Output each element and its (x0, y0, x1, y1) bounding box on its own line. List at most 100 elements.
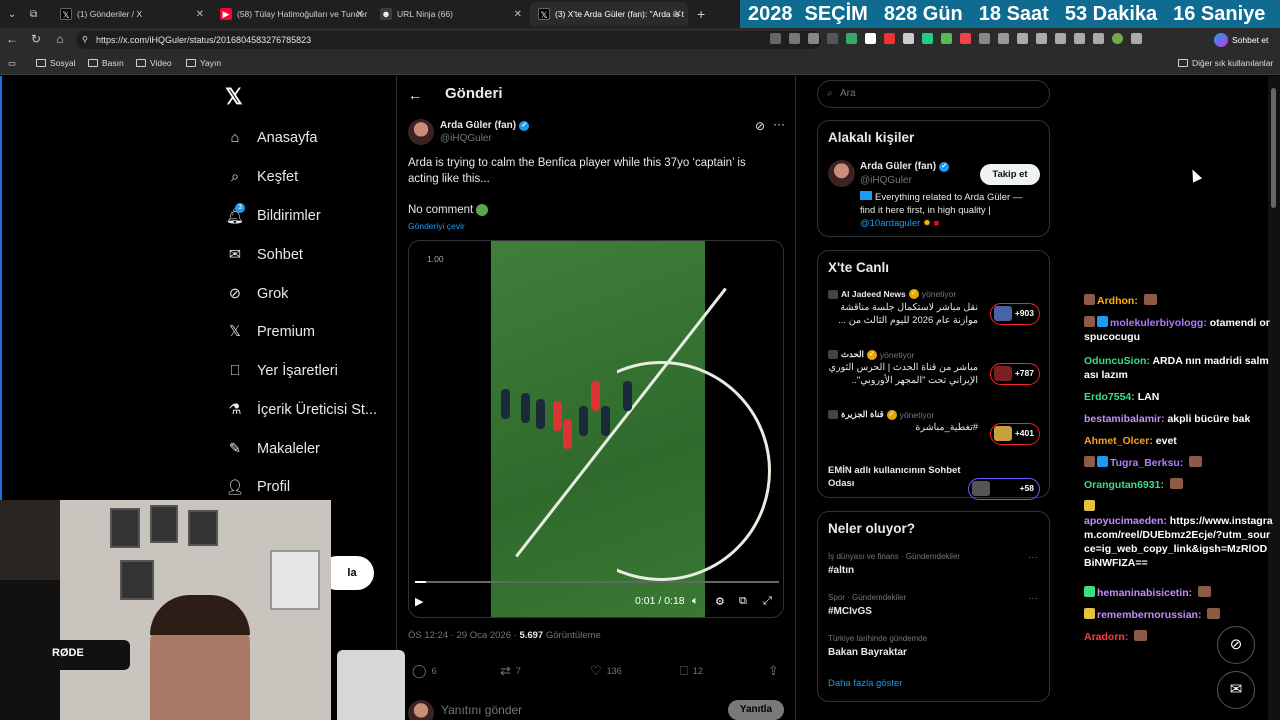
live-listeners-pill[interactable]: +903 (990, 303, 1040, 325)
translate-link[interactable]: Gönderiyi çevir (408, 221, 465, 231)
nav-item-search[interactable]: ⌕ Keşfet (226, 165, 298, 189)
reply-action[interactable]: ◯ 6 (412, 663, 437, 679)
live-item[interactable]: EMİN adlı kullanıcının Sohbet Odası +58 (828, 464, 1040, 518)
bio-link[interactable]: @10ardaguler (860, 218, 920, 229)
fullscreen-icon[interactable]: ⤢ (763, 595, 772, 608)
extension-icon[interactable] (1074, 33, 1085, 44)
author-avatar[interactable] (408, 119, 434, 145)
extension-icon[interactable] (1093, 33, 1104, 44)
nav-item-bookmark[interactable]: ⎕ Yer İşaretleri (226, 359, 338, 383)
nav-item-x[interactable]: 𝕏 Premium (226, 320, 315, 344)
extension-icon[interactable] (1055, 33, 1066, 44)
reply-input[interactable]: Yanıtını gönder (441, 703, 522, 717)
related-handle[interactable]: @iHQGuler (860, 175, 912, 186)
star-icon[interactable] (808, 33, 819, 44)
extension-icon[interactable] (922, 33, 933, 44)
back-icon[interactable]: ← (4, 32, 20, 46)
follow-button[interactable]: Takip et (980, 164, 1040, 185)
tab-4-active[interactable]: 𝕏 (3) X'te Arda Güler (fan): "Arda is t … (530, 2, 688, 26)
favorites-icon[interactable] (1036, 33, 1047, 44)
share-action[interactable]: ⇪ (768, 663, 779, 679)
grok-explain-icon[interactable]: ⊘ (755, 119, 765, 133)
extension-icon[interactable] (789, 33, 800, 44)
tab-menu-button[interactable]: ⌄ (4, 2, 22, 26)
trend-more-icon[interactable]: ··· (1028, 593, 1038, 604)
show-more-link[interactable]: Daha fazla göster (828, 678, 902, 689)
extension-icon[interactable] (884, 33, 895, 44)
bookmark-action[interactable]: ⎕ 12 (680, 663, 703, 679)
bookmark-folder-basin[interactable]: Basın (88, 58, 124, 68)
author-handle[interactable]: @iHQGuler (440, 133, 492, 144)
scrollbar-thumb[interactable] (1271, 88, 1276, 208)
close-tab-icon[interactable]: ✕ (514, 9, 522, 20)
nav-item-article[interactable]: ✎ Makaleler (226, 437, 320, 461)
extension-icon[interactable] (846, 33, 857, 44)
bookmark-folder-video[interactable]: Video (136, 58, 172, 68)
volume-icon[interactable]: 🔈︎ (692, 595, 699, 608)
related-name[interactable]: Arda Güler (fan) ✓ (860, 161, 950, 172)
new-tab-button[interactable]: + (692, 2, 714, 26)
extension-icon[interactable] (770, 33, 781, 44)
search-input[interactable]: ⌕ Ara (817, 80, 1050, 108)
related-avatar[interactable] (828, 160, 855, 187)
live-item[interactable]: الحدث ✓ yönetiyor مباشر من قناة الحدث | الح… (828, 349, 1040, 403)
author-name[interactable]: Arda Güler (fan) ✓ (440, 120, 530, 131)
trend-item[interactable]: Spor · Gündemdekiler #MCIvGS ··· (828, 593, 1040, 633)
extension-icon[interactable] (960, 33, 971, 44)
nav-item-profile[interactable]: 👤︎ Profil (226, 475, 290, 499)
trend-item[interactable]: Türkiye tarihinde gündemde Bakan Bayrakta… (828, 634, 1040, 674)
site-info-icon[interactable]: ⚲ (82, 31, 88, 49)
live-listeners-pill[interactable]: +787 (990, 363, 1040, 385)
reload-icon[interactable]: ↻ (28, 32, 44, 46)
tab-1[interactable]: 𝕏 (1) Gönderiler / X ✕ (52, 2, 210, 26)
play-icon[interactable]: ▶ (415, 595, 423, 608)
nav-item-home[interactable]: ⌂ Anasayfa (226, 126, 318, 150)
bookmark-folder-yayin[interactable]: Yayın (186, 58, 221, 68)
url-field[interactable]: ⚲ https://x.com/iHQGuler/status/20168045… (76, 31, 821, 49)
home-icon[interactable]: ⌂ (52, 32, 68, 46)
tab-actions-button[interactable]: ⧉ (26, 2, 48, 26)
reading-icon[interactable]: ▭ (8, 58, 16, 69)
like-action[interactable]: ♡ 136 (590, 663, 622, 679)
extension-icon[interactable] (941, 33, 952, 44)
picture-in-picture-icon[interactable]: ⧉ (739, 595, 747, 608)
grok-fab-button[interactable]: ⊘ (1217, 626, 1255, 664)
trend-item[interactable]: İş dünyası ve finans · Gündemdekiler #alt… (828, 552, 1040, 592)
tab-2[interactable]: ▶ (58) Tülay Hatimoğulları ve Tuncer ✕ (212, 2, 370, 26)
back-arrow-icon[interactable]: ← (408, 87, 422, 103)
tab-3[interactable]: ☻ URL Ninja (66) ✕ (372, 2, 528, 26)
x-logo-icon[interactable]: 𝕏 (225, 84, 243, 110)
profile-avatar-icon[interactable] (1112, 33, 1123, 44)
video-progress-bar[interactable] (415, 581, 779, 583)
extension-icon[interactable] (1017, 33, 1028, 44)
repost-action[interactable]: ⇄ 7 (500, 663, 521, 679)
extension-icon[interactable] (827, 33, 838, 44)
video-player[interactable]: 1.00 ▶ 0:01 / 0:18 🔈︎ ⚙ ⧉ ⤢ (408, 240, 784, 618)
nav-item-creator[interactable]: ⚗ İçerik Üreticisi St... (226, 398, 378, 422)
extension-icon[interactable] (979, 33, 990, 44)
more-options-icon[interactable]: ··· (773, 117, 785, 131)
nav-item-mail[interactable]: ✉ Sohbet (226, 243, 303, 267)
messages-fab-button[interactable]: ✉ (1217, 671, 1255, 709)
other-bookmarks[interactable]: Diğer sık kullanılanlar (1178, 58, 1273, 68)
nav-item-grok[interactable]: ⊘ Grok (226, 282, 289, 306)
extension-icon[interactable] (903, 33, 914, 44)
split-screen-icon[interactable] (998, 33, 1009, 44)
extension-icon[interactable] (865, 33, 876, 44)
trend-more-icon[interactable]: ··· (1028, 552, 1038, 563)
close-tab-icon[interactable]: ✕ (356, 9, 364, 20)
close-tab-icon[interactable]: ✕ (196, 9, 204, 20)
more-icon[interactable] (1131, 33, 1142, 44)
playback-speed[interactable]: 1.00 (427, 254, 444, 264)
reply-submit-button[interactable]: Yanıtla (728, 700, 784, 720)
settings-gear-icon[interactable]: ⚙ (715, 595, 725, 608)
nav-item-bell[interactable]: 🔔︎ 3 Bildirimler (226, 203, 321, 228)
live-item[interactable]: Al Jadeed News ✓ yönetiyor نقل مباشر لاستكم… (828, 289, 1040, 343)
live-listeners-pill[interactable]: +401 (990, 423, 1040, 445)
post-timestamp[interactable]: ÖS 12:24 · 29 Oca 2026 · (408, 630, 519, 641)
bookmark-folder-sosyal[interactable]: Sosyal (36, 58, 76, 68)
copilot-chat-button[interactable]: Sohbet et (1214, 32, 1268, 48)
close-tab-icon[interactable]: ✕ (674, 9, 682, 20)
live-listeners-pill[interactable]: +58 (968, 478, 1040, 500)
live-item[interactable]: قناة الجزيرة ✓ yönetiyor #تغطية_مباشرة +401 (828, 409, 1040, 463)
